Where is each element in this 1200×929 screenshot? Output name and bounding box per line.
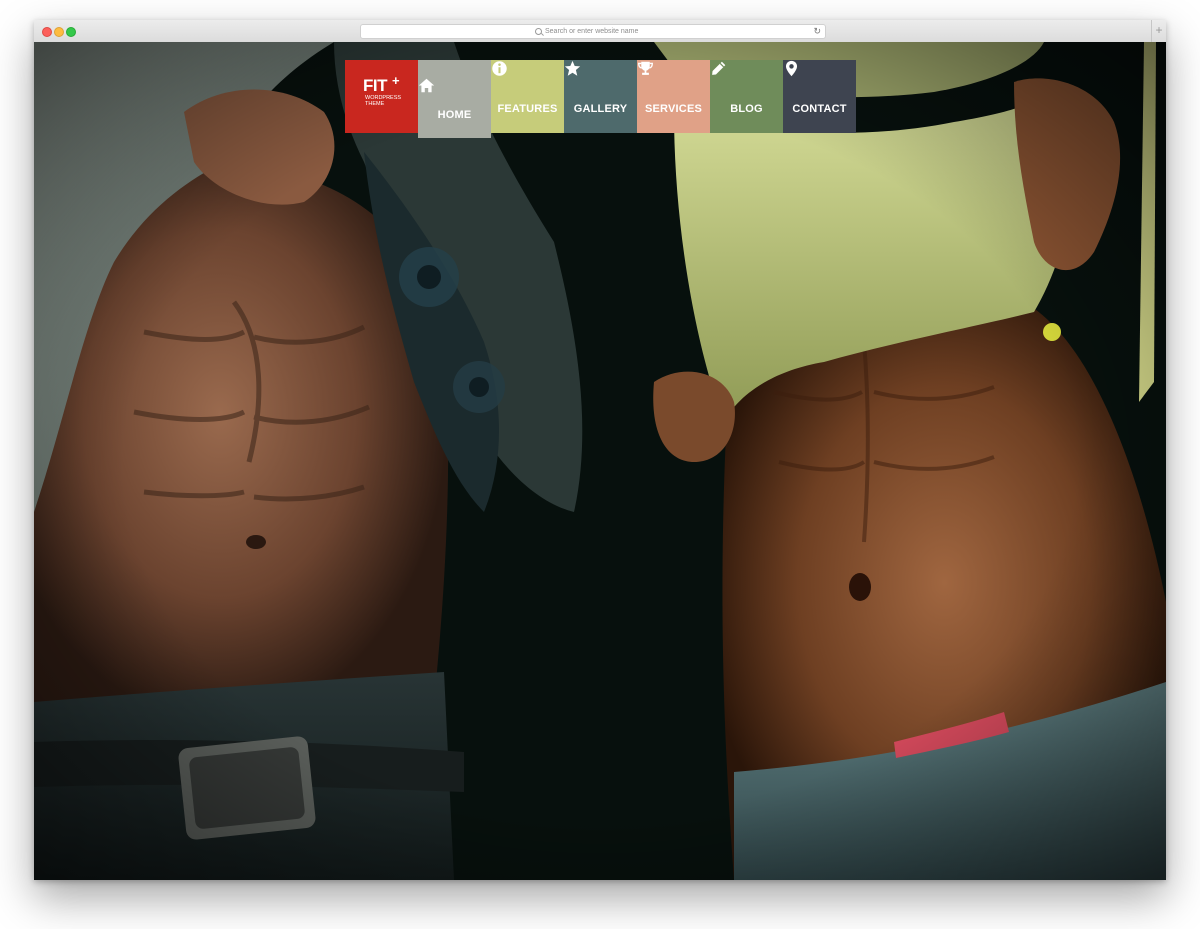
nav-label-gallery: GALLERY xyxy=(573,103,628,115)
reload-icon[interactable]: ↻ xyxy=(813,25,821,38)
plus-icon: + xyxy=(1155,23,1163,37)
nav-item-blog[interactable]: BLOG xyxy=(710,60,783,133)
nav-item-home[interactable]: HOME xyxy=(418,60,491,138)
logo-subtitle: WORDPRESS THEME xyxy=(365,95,402,107)
main-navigation: FIT + WORDPRESS THEME HOME FEATURES GALL… xyxy=(345,60,856,138)
site-logo[interactable]: FIT + WORDPRESS THEME xyxy=(345,60,418,133)
nav-label-contact: CONTACT xyxy=(792,103,847,115)
hero-image: FIT + WORDPRESS THEME HOME FEATURES GALL… xyxy=(34,42,1166,880)
logo-title: FIT xyxy=(363,76,388,95)
info-icon xyxy=(492,61,507,76)
hero-photo xyxy=(34,42,1166,880)
nav-item-features[interactable]: FEATURES xyxy=(491,60,564,133)
logo-plus: + xyxy=(392,73,400,88)
search-icon xyxy=(535,28,542,35)
nav-item-contact[interactable]: CONTACT xyxy=(783,60,856,133)
maximize-window-button[interactable] xyxy=(66,27,76,37)
nav-label-services: SERVICES xyxy=(644,103,703,115)
minimize-window-button[interactable] xyxy=(54,27,64,37)
nav-label-home: HOME xyxy=(437,109,472,121)
address-bar[interactable]: Search or enter website name ↻ xyxy=(360,24,826,39)
nav-item-services[interactable]: SERVICES xyxy=(637,60,710,133)
trophy-icon xyxy=(638,61,653,75)
home-icon xyxy=(418,78,435,93)
nav-label-blog: BLOG xyxy=(730,103,763,115)
nav-item-gallery[interactable]: GALLERY xyxy=(564,60,637,133)
star-icon xyxy=(564,60,581,76)
browser-titlebar: Search or enter website name ↻ + xyxy=(34,20,1166,43)
new-tab-button[interactable]: + xyxy=(1151,20,1166,42)
address-placeholder: Search or enter website name xyxy=(545,28,639,35)
pencil-icon xyxy=(712,61,726,75)
nav-label-features: FEATURES xyxy=(497,103,558,115)
map-pin-icon xyxy=(785,60,798,77)
close-window-button[interactable] xyxy=(42,27,52,37)
browser-window: Search or enter website name ↻ + FIT + W… xyxy=(34,20,1166,880)
